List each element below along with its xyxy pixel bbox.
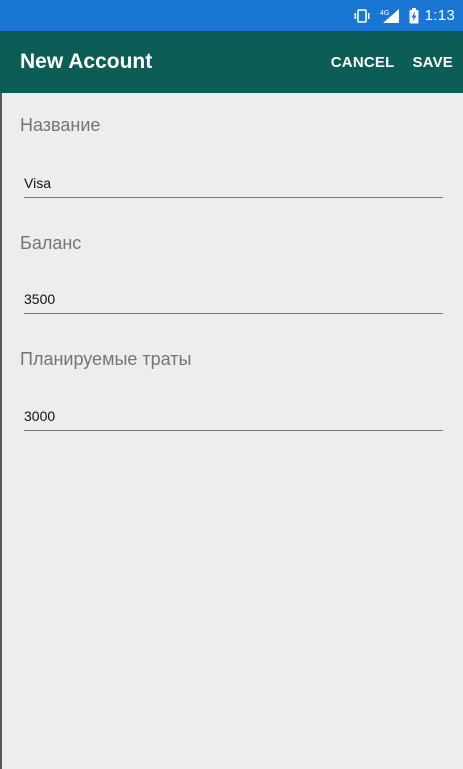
account-form: Название Visa Баланс 3500 Планируемые тр… <box>0 93 463 769</box>
name-label: Название <box>20 115 101 135</box>
svg-text:4G: 4G <box>380 10 389 17</box>
signal-4g-icon: 4G <box>379 8 401 24</box>
cancel-button[interactable]: CANCEL <box>331 54 395 71</box>
save-button[interactable]: SAVE <box>412 54 453 71</box>
battery-icon <box>409 7 419 24</box>
planned-expenses-label: Планируемые траты <box>20 349 192 369</box>
status-time: 1:13 <box>424 7 455 24</box>
app-bar: New Account CANCEL SAVE <box>0 31 463 93</box>
status-bar: 4G 1:13 <box>0 0 463 31</box>
page-title: New Account <box>20 50 153 73</box>
vibrate-icon <box>353 8 371 23</box>
planned-expenses-field[interactable]: 3000 <box>24 408 443 431</box>
balance-field[interactable]: 3500 <box>24 291 443 314</box>
balance-label: Баланс <box>20 233 82 253</box>
name-field[interactable]: Visa <box>24 175 443 198</box>
